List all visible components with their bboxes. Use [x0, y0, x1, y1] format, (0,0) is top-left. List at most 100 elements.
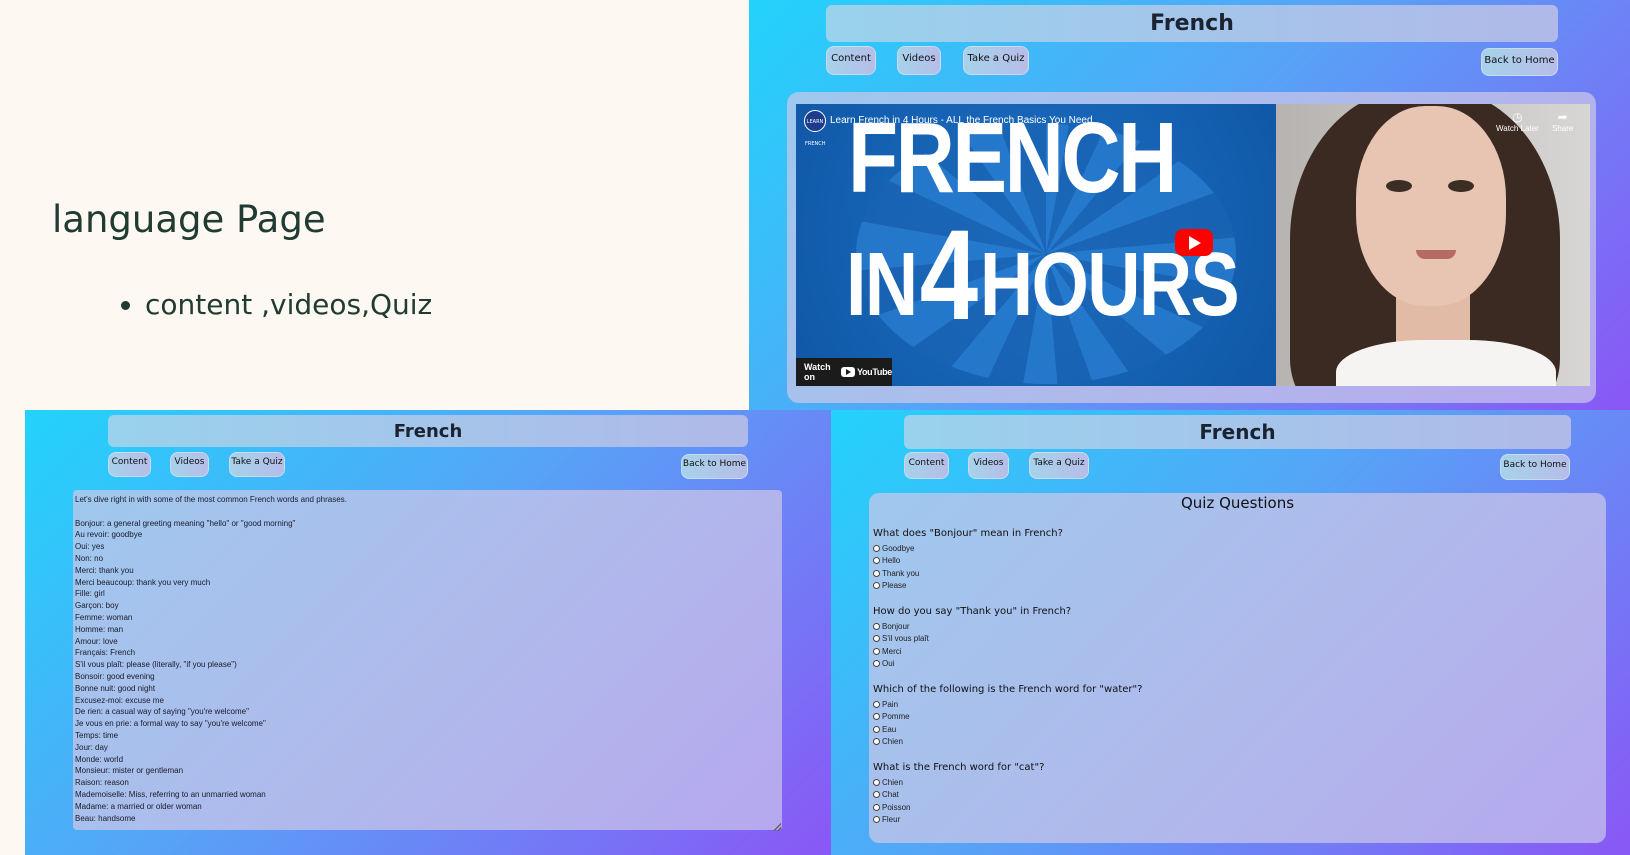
radio-button[interactable]: [873, 647, 880, 655]
quiz-option[interactable]: Pain: [873, 700, 898, 709]
radio-button[interactable]: [873, 803, 880, 811]
thumbnail-text-in: IN: [846, 235, 918, 335]
radio-button[interactable]: [873, 659, 880, 667]
radio-button[interactable]: [873, 569, 880, 577]
back-home-button[interactable]: Back to Home: [1500, 454, 1570, 480]
quiz-option[interactable]: Chien: [873, 737, 903, 746]
quiz-question: What does "Bonjour" mean in French?: [873, 528, 1063, 539]
slide-title: language Page: [52, 198, 326, 241]
quiz-option[interactable]: Chien: [873, 778, 903, 787]
quiz-option-label: Fleur: [882, 814, 901, 824]
quiz-option-label: S'il vous plaît: [882, 634, 929, 644]
content-line: Bonsoir: good evening: [75, 671, 155, 681]
nav-content-button[interactable]: Content: [904, 452, 949, 479]
slide-bullet-list: content ,videos,Quiz: [100, 288, 432, 321]
youtube-logo: YouTube: [840, 367, 892, 377]
quiz-option-label: Pomme: [882, 712, 910, 722]
content-line: Let's dive right in with some of the mos…: [75, 495, 347, 504]
quiz-option-label: Merci: [882, 646, 902, 656]
clock-icon: ◷: [1512, 110, 1523, 124]
quiz-option[interactable]: Fleur: [873, 815, 900, 824]
youtube-logo-text: YouTube: [856, 367, 892, 377]
quiz-option[interactable]: Poisson: [873, 803, 910, 812]
quiz-option[interactable]: Chat: [873, 790, 899, 799]
radio-button[interactable]: [873, 545, 880, 552]
content-line: Français: French: [75, 648, 136, 658]
radio-button[interactable]: [873, 557, 880, 565]
quiz-option[interactable]: Goodbye: [873, 544, 914, 553]
content-textarea[interactable]: Let's dive right in with some of the mos…: [73, 490, 782, 830]
content-line: Raison: reason: [75, 778, 129, 788]
radio-button[interactable]: [873, 725, 880, 733]
content-line: De rien: a casual way of saying "you're …: [75, 707, 249, 717]
video-title[interactable]: Learn French in 4 Hours - ALL the French…: [830, 115, 1093, 126]
quiz-option[interactable]: Eau: [873, 725, 896, 734]
quiz-option[interactable]: Oui: [873, 659, 894, 668]
watch-later-label: Watch Later: [1496, 124, 1539, 133]
quiz-option[interactable]: Bonjour: [873, 622, 910, 631]
content-line: Mademoiselle: Miss, referring to an unma…: [75, 789, 266, 799]
content-line: Je vous en prie: a formal way to say "yo…: [75, 719, 266, 729]
quiz-container: [869, 493, 1606, 843]
quiz-option[interactable]: S'il vous plaît: [873, 634, 929, 643]
channel-avatar[interactable]: LEARN FRENCH: [804, 110, 826, 147]
quiz-option-label: Bonjour: [882, 622, 910, 631]
watch-later-control[interactable]: ◷ Watch Later: [1496, 110, 1539, 133]
radio-button[interactable]: [873, 815, 880, 823]
radio-button[interactable]: [873, 701, 880, 708]
resize-grip-icon[interactable]: [773, 823, 781, 831]
youtube-player[interactable]: FRENCH IN 4 HOURS LEARN FRENCH Learn Fre…: [796, 104, 1590, 386]
share-control[interactable]: ➦ Share: [1552, 110, 1573, 133]
content-line: Excusez-moi: excuse me: [75, 695, 164, 705]
page-title: French: [904, 415, 1571, 449]
nav-videos-button[interactable]: Videos: [170, 452, 209, 477]
quiz-option-label: Poisson: [882, 802, 911, 812]
quiz-option-label: Pain: [882, 700, 899, 709]
nav-videos-button[interactable]: Videos: [968, 452, 1009, 479]
quiz-option[interactable]: Thank you: [873, 569, 919, 578]
radio-button[interactable]: [873, 791, 880, 799]
content-line: Madame: a married or older woman: [75, 801, 202, 811]
quiz-option[interactable]: Please: [873, 581, 906, 590]
share-icon: ➦: [1557, 110, 1568, 124]
youtube-play-icon[interactable]: [1175, 229, 1213, 256]
back-home-button[interactable]: Back to Home: [681, 454, 748, 479]
content-line: Amour: love: [75, 636, 118, 646]
quiz-option-label: Chien: [882, 778, 903, 787]
content-line: Bonjour: a general greeting meaning "hel…: [75, 518, 296, 528]
quiz-option-label: Chien: [882, 736, 903, 746]
content-line: S'il vous plaît: please (literally, "if …: [75, 660, 237, 670]
quiz-option[interactable]: Hello: [873, 556, 900, 565]
content-line: Merci: thank you: [75, 565, 134, 575]
quiz-option[interactable]: Pomme: [873, 712, 910, 721]
content-line: [75, 506, 780, 518]
nav-content-button[interactable]: Content: [108, 452, 151, 477]
nav-quiz-button[interactable]: Take a Quiz: [1029, 452, 1089, 479]
content-line: Homme: man: [75, 624, 124, 634]
quiz-option-label: Oui: [882, 658, 895, 668]
nav-content-button[interactable]: Content: [826, 46, 876, 75]
nav-quiz-button[interactable]: Take a Quiz: [963, 46, 1029, 75]
quiz-option-label: Goodbye: [882, 544, 915, 553]
radio-button[interactable]: [873, 635, 880, 643]
content-line: Bonne nuit: good night: [75, 683, 156, 693]
radio-button[interactable]: [873, 623, 880, 630]
quiz-option-label: Thank you: [882, 568, 920, 578]
quiz-question: Which of the following is the French wor…: [873, 684, 1143, 695]
quiz-question: What is the French word for "cat"?: [873, 762, 1045, 773]
quiz-option-label: Chat: [882, 790, 899, 800]
radio-button[interactable]: [873, 737, 880, 745]
radio-button[interactable]: [873, 713, 880, 721]
nav-videos-button[interactable]: Videos: [897, 46, 941, 75]
nav-quiz-button[interactable]: Take a Quiz: [229, 452, 285, 477]
content-line: Beau: handsome: [75, 813, 136, 823]
content-line: Jour: day: [75, 742, 108, 752]
radio-button[interactable]: [873, 581, 880, 589]
content-line: Garçon: boy: [75, 601, 119, 611]
back-home-button[interactable]: Back to Home: [1481, 48, 1558, 76]
radio-button[interactable]: [873, 779, 880, 786]
page-title: French: [108, 415, 748, 447]
quiz-option[interactable]: Merci: [873, 647, 902, 656]
watch-on-youtube-button[interactable]: Watch on YouTube: [796, 358, 892, 386]
quiz-option-label: Please: [882, 580, 907, 590]
